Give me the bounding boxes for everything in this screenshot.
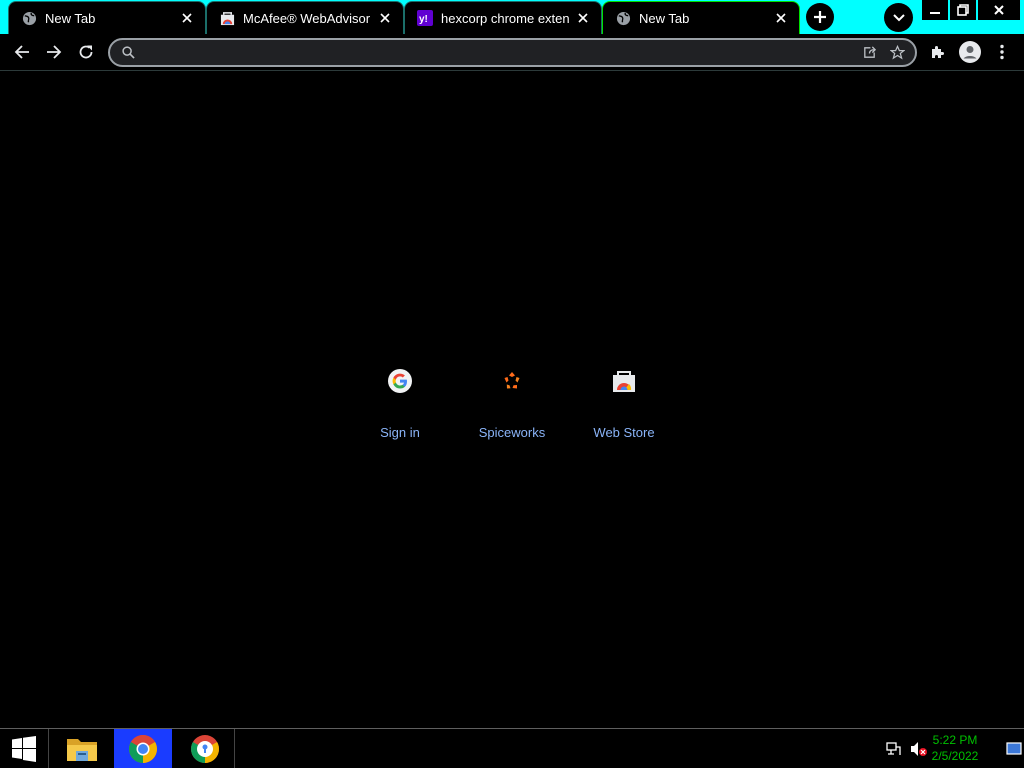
extensions-button[interactable] <box>924 38 952 66</box>
network-icon[interactable] <box>884 729 904 768</box>
tab-search-button[interactable] <box>884 3 913 32</box>
tab-title: New Tab <box>45 10 96 26</box>
tab-title: New Tab <box>639 10 690 26</box>
tab-title: McAfee® WebAdvisor - Chrome Web Store <box>243 10 371 26</box>
reload-icon <box>79 45 93 59</box>
clock[interactable]: 5:22 PM 2/5/2022 <box>920 732 990 764</box>
close-icon[interactable] <box>179 10 195 26</box>
tab-mcafee-webadvisor[interactable]: McAfee® WebAdvisor - Chrome Web Store <box>206 1 404 34</box>
tab-new-tab-active[interactable]: New Tab <box>602 1 800 34</box>
file-explorer-button[interactable] <box>52 729 112 768</box>
close-icon[interactable] <box>575 10 591 26</box>
search-icon <box>114 41 142 65</box>
webstore-icon <box>219 10 235 26</box>
start-button[interactable] <box>0 729 48 768</box>
notification-icon[interactable] <box>1004 729 1024 768</box>
restore-icon <box>957 4 969 16</box>
shortcut-label: Web Store <box>593 425 655 440</box>
shortcut-label: Sign in <box>380 425 420 440</box>
menu-button[interactable] <box>988 38 1016 66</box>
tab-new-tab-1[interactable]: New Tab <box>8 1 206 34</box>
chrome-icon <box>129 735 157 763</box>
restore-button[interactable] <box>950 0 976 20</box>
plus-icon <box>814 11 826 23</box>
shortcut-web-store[interactable]: Web Store <box>568 355 680 445</box>
minimize-icon <box>930 12 940 14</box>
google-icon <box>376 357 424 405</box>
windows-logo-icon <box>12 736 36 762</box>
chrome-secure-taskbar-button[interactable] <box>176 729 234 768</box>
browser-toolbar <box>0 34 1024 71</box>
address-input[interactable] <box>148 40 855 65</box>
close-icon[interactable] <box>773 10 789 26</box>
taskbar-divider <box>48 729 49 768</box>
new-tab-button[interactable] <box>806 3 834 31</box>
yahoo-icon: y! <box>417 10 433 26</box>
browser-window: New Tab McAfee® WebAdvisor - Chrome Web … <box>0 0 1024 768</box>
reload-button[interactable] <box>72 38 100 66</box>
taskbar-divider <box>234 729 235 768</box>
globe-icon <box>21 10 37 26</box>
shortcut-sign-in[interactable]: Sign in <box>344 355 456 445</box>
chevron-down-icon <box>892 13 905 21</box>
puzzle-icon <box>932 46 944 58</box>
arrow-right-icon <box>47 45 62 59</box>
close-icon <box>994 5 1004 15</box>
back-button[interactable] <box>8 38 36 66</box>
clock-time: 5:22 PM <box>932 733 978 747</box>
arrow-left-icon <box>14 45 29 59</box>
close-window-button[interactable] <box>978 0 1020 20</box>
address-bar[interactable] <box>108 38 917 67</box>
close-icon[interactable] <box>377 10 393 26</box>
avatar-icon <box>959 41 981 63</box>
clock-date: 2/5/2022 <box>931 749 979 763</box>
folder-icon <box>67 739 97 761</box>
spiceworks-icon <box>488 357 536 405</box>
forward-button[interactable] <box>40 38 68 66</box>
tab-strip: New Tab McAfee® WebAdvisor - Chrome Web … <box>0 0 1024 34</box>
chrome-taskbar-button[interactable] <box>114 729 172 768</box>
svg-text:y!: y! <box>419 14 428 25</box>
minimize-button[interactable] <box>922 0 948 20</box>
globe-icon <box>615 10 631 26</box>
windows-taskbar: 5:22 PM 2/5/2022 <box>0 728 1024 768</box>
shortcut-spiceworks[interactable]: Spiceworks <box>456 355 568 445</box>
share-icon[interactable] <box>855 41 883 65</box>
tab-hexcorp[interactable]: y! hexcorp chrome extention <box>404 1 602 34</box>
profile-button[interactable] <box>956 38 984 66</box>
tab-title: hexcorp chrome extention <box>441 10 569 26</box>
bookmark-star-icon[interactable] <box>883 41 911 65</box>
chrome-lock-icon <box>191 735 219 763</box>
webstore-icon <box>600 357 648 405</box>
more-vert-icon <box>1000 44 1004 60</box>
shortcut-label: Spiceworks <box>478 425 546 440</box>
